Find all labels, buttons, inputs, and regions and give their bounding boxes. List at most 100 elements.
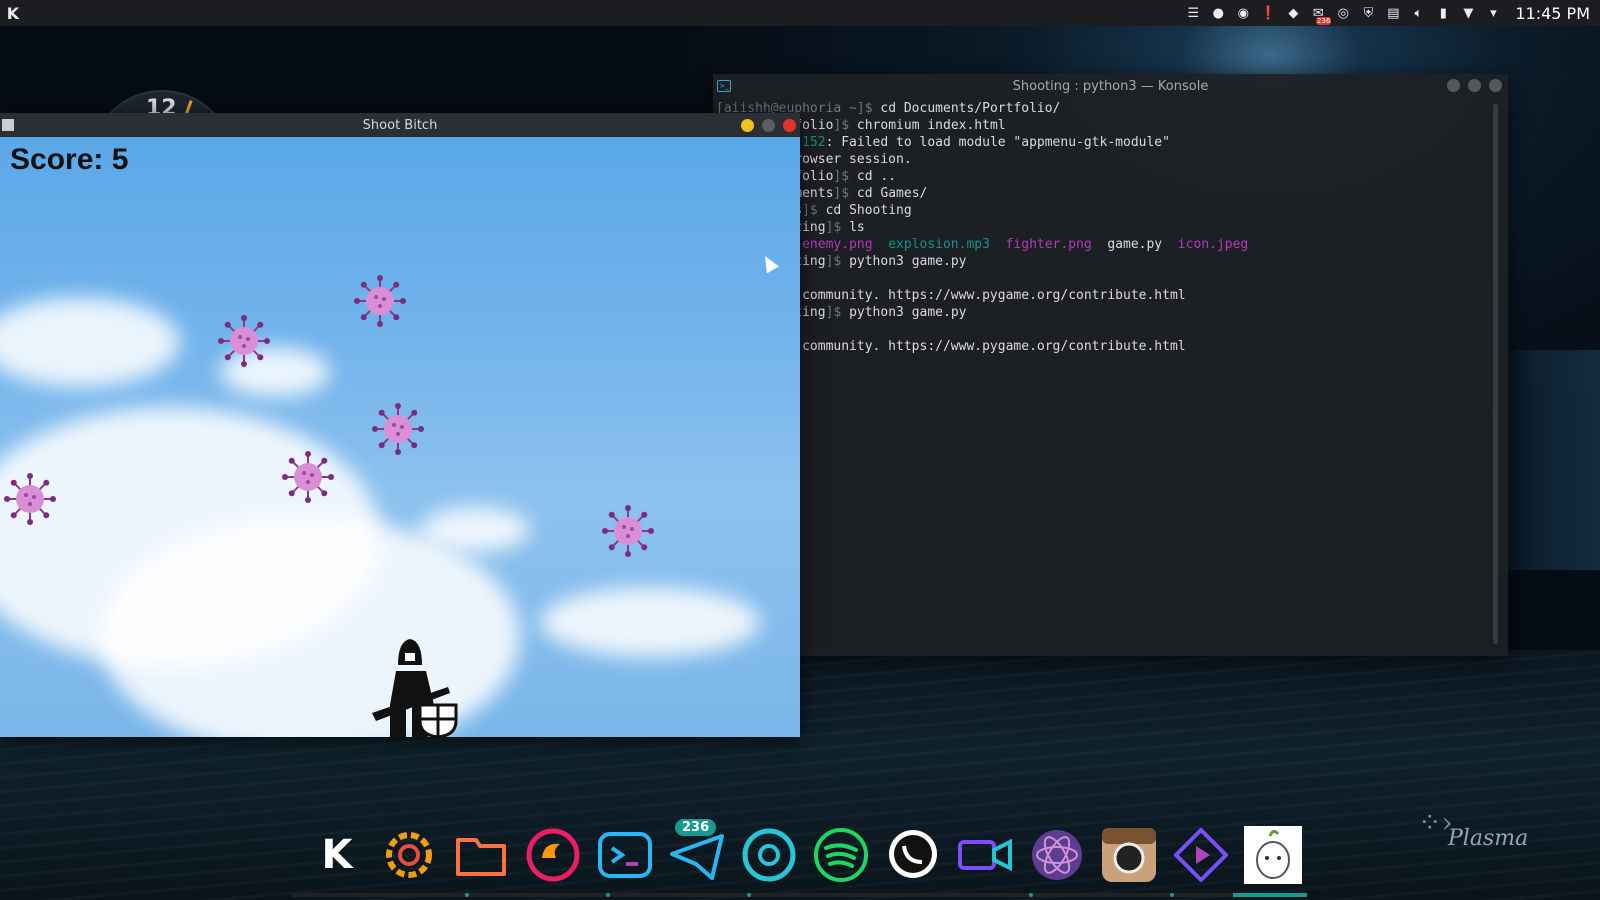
terminal-text: cd Documents/Portfolio/ — [880, 101, 1061, 116]
dock-item-firefox[interactable] — [521, 823, 585, 887]
shield-icon[interactable]: ⛨ — [1359, 4, 1377, 22]
terminal-text: cd Games/ — [856, 186, 928, 201]
terminal-text: game.py — [1107, 237, 1178, 252]
game-canvas[interactable]: Score: 5 — [0, 137, 800, 737]
terminal-line: existing browser session. — [716, 151, 1484, 168]
dock-running-indicator — [1029, 893, 1033, 897]
dock-item-whatsapp[interactable] — [881, 823, 945, 887]
cloud — [0, 297, 180, 387]
dock-item-zoom[interactable] — [953, 823, 1017, 887]
dock: K 236 — [305, 819, 1305, 888]
game-titlebar[interactable]: Shoot Bitch — [0, 113, 800, 137]
dock-active-indicator — [1233, 893, 1307, 897]
terminal-line: horia Games]$ cd Shooting — [716, 202, 1484, 219]
terminal-icon: >_ — [717, 80, 731, 92]
terminal-line: 6 — [716, 321, 1484, 338]
dock-item-telegram[interactable]: 236 — [665, 819, 729, 887]
clipboard-icon[interactable]: ▤ — [1384, 4, 1402, 22]
dock-item-spotify[interactable] — [809, 823, 873, 887]
terminal-text: ls — [849, 220, 865, 235]
lock-icon[interactable]: ● — [1209, 4, 1227, 22]
dock-running-indicator — [465, 893, 469, 897]
svg-text:K: K — [322, 832, 355, 878]
instagram-icon — [1102, 828, 1156, 882]
firefox-icon — [526, 828, 580, 882]
panel-clock[interactable]: 11:45 PM — [1515, 4, 1590, 23]
close-button[interactable] — [783, 119, 796, 132]
konsole-titlebar[interactable]: >_ Shooting : python3 — Konsole — [713, 74, 1508, 98]
egg-character-icon — [1244, 826, 1302, 884]
terminal-line: horia Shooting]$ ls — [716, 219, 1484, 236]
terminal-text: ]$ — [825, 220, 850, 235]
score-label: Score: 5 — [10, 143, 129, 176]
game-window: Shoot Bitch Score: 5 — [0, 113, 800, 737]
terminal-line: the pygame community. https://www.pygame… — [716, 338, 1484, 355]
enemy-virus-sprite — [218, 315, 270, 367]
dock-item-files[interactable] — [449, 823, 513, 887]
cloud — [540, 587, 760, 657]
dock-item-kde-launcher[interactable]: K — [305, 823, 369, 887]
dock-item-instagram[interactable] — [1097, 823, 1161, 887]
kde-icon[interactable]: K — [0, 0, 26, 26]
terminal-text: ]$ — [833, 118, 857, 133]
enemy-virus-sprite — [354, 275, 406, 327]
terminal-text: explosion.mp3 — [888, 237, 1006, 252]
dock-running-indicator — [1170, 893, 1174, 897]
game-title: Shoot Bitch — [362, 117, 438, 133]
folder-icon — [456, 838, 506, 876]
cloud — [420, 507, 530, 552]
minimize-button[interactable] — [1447, 79, 1460, 92]
terminal-line: horia Shooting]$ python3 game.py — [716, 253, 1484, 270]
terminal-line: horia Portfolio]$ cd .. — [716, 168, 1484, 185]
spotify-icon — [814, 828, 868, 882]
atom-icon — [1032, 830, 1082, 880]
volume-icon[interactable]: 🔈︎ — [1409, 4, 1427, 22]
dock-running-indicator — [747, 893, 751, 897]
media-icon[interactable]: ◆ — [1284, 4, 1302, 22]
terminal-text: fighter.png — [1005, 237, 1108, 252]
bluetooth-icon[interactable]: ◉ — [1234, 4, 1252, 22]
terminal-line: the pygame community. https://www.pygame… — [716, 287, 1484, 304]
enemy-virus-sprite — [282, 451, 334, 503]
terminal-text: icon.jpeg — [1177, 237, 1249, 252]
maximize-button[interactable] — [1468, 79, 1481, 92]
enemy-virus-sprite — [602, 505, 654, 557]
dock-item-system-settings[interactable] — [377, 823, 441, 887]
minimize-button[interactable] — [741, 119, 754, 132]
konsole-window: >_ Shooting : python3 — Konsole [aiishh@… — [713, 74, 1508, 656]
terminal-text: : Failed to load module "appmenu-gtk-mod… — [825, 135, 1170, 150]
terminal-text: ]$ — [825, 254, 850, 269]
mail-icon[interactable]: ✉ 236 — [1309, 4, 1332, 25]
whatsapp-icon[interactable]: ◎ — [1334, 4, 1352, 22]
plasma-logo-text: Plasma — [1448, 826, 1529, 851]
alert-icon[interactable]: ❗ — [1259, 4, 1277, 22]
dock-item-chrome[interactable] — [737, 823, 801, 887]
dock-item-pygame-game[interactable] — [1241, 823, 1305, 887]
battery-icon[interactable]: ▮ — [1434, 4, 1452, 22]
terminal-text: ]$ — [833, 186, 857, 201]
enemy-virus-sprite — [372, 403, 424, 455]
terminal-line: [aiishh@euphoria ~]$ cd Documents/Portfo… — [716, 100, 1484, 117]
dock-item-konsole[interactable] — [593, 823, 657, 887]
konsole-title: Shooting : python3 — Konsole — [1012, 78, 1209, 94]
terminal-scrollbar[interactable] — [1493, 104, 1498, 644]
dock-item-atom[interactable] — [1025, 823, 1089, 887]
maximize-button[interactable] — [762, 119, 775, 132]
terminal-line: horia Portfolio]$ chromium index.html — [716, 117, 1484, 134]
terminal-output[interactable]: [aiishh@euphoria ~]$ cd Documents/Portfo… — [716, 100, 1484, 642]
dock-item-video-player[interactable] — [1169, 823, 1233, 887]
terminal-text: python3 game.py — [849, 305, 967, 320]
dock-bar — [292, 893, 1292, 897]
terminal-text: cd Shooting — [825, 203, 912, 218]
close-button[interactable] — [1489, 79, 1502, 92]
terminal-text: ]$ — [825, 305, 850, 320]
terminal-text: chromium index.html — [856, 118, 1006, 133]
whatsapp-icon — [889, 830, 937, 878]
terminal-line: ullet.png enemy.png explosion.mp3 fighte… — [716, 236, 1484, 253]
terminal-text: python3 game.py — [849, 254, 967, 269]
expand-tray-icon[interactable]: ▾ — [1484, 4, 1502, 22]
notes-icon[interactable]: ☰ — [1184, 4, 1202, 22]
chrome-icon — [742, 828, 796, 882]
game-app-icon — [2, 119, 14, 131]
wifi-icon[interactable]: ▼ — [1459, 4, 1477, 22]
